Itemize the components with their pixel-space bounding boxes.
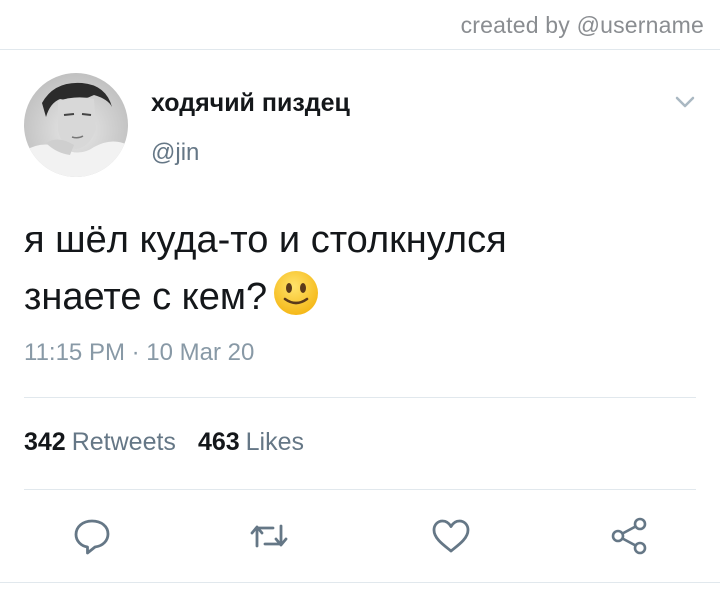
chevron-down-icon[interactable] [671, 90, 699, 114]
tweet-text-line-2: знаете с кем? [24, 269, 694, 333]
smiley-emoji-icon [273, 270, 319, 333]
footer-divider [0, 582, 720, 583]
username-handle[interactable]: @jin [151, 139, 199, 167]
tweet-text-line-2-text: знаете с кем? [24, 276, 268, 318]
watermark: created by @username [460, 12, 704, 38]
divider [24, 489, 696, 490]
share-icon[interactable] [609, 516, 649, 556]
retweets-label: Retweets [71, 428, 176, 456]
timestamp[interactable]: 11:15 PM · 10 Mar 20 [24, 339, 254, 367]
header-divider [0, 49, 720, 50]
display-name[interactable]: ходячий пиздец [151, 89, 350, 118]
avatar[interactable] [24, 73, 128, 177]
likes-count: 463 [197, 428, 240, 456]
likes-label: Likes [245, 428, 305, 456]
retweets-stat[interactable]: 342 Retweets [24, 428, 176, 456]
reply-icon[interactable] [72, 516, 112, 556]
tweet-text: я шёл куда-то и столкнулся знаете с кем? [24, 212, 694, 333]
engagement-stats: 342 Retweets 463 Likes [24, 428, 304, 457]
divider [24, 397, 696, 398]
retweets-count: 342 [24, 428, 66, 456]
retweet-icon[interactable] [249, 516, 289, 556]
heart-icon[interactable] [431, 516, 471, 556]
tweet-text-line-1: я шёл куда-то и столкнулся [24, 219, 507, 261]
likes-stat[interactable]: 463 Likes [198, 428, 304, 456]
